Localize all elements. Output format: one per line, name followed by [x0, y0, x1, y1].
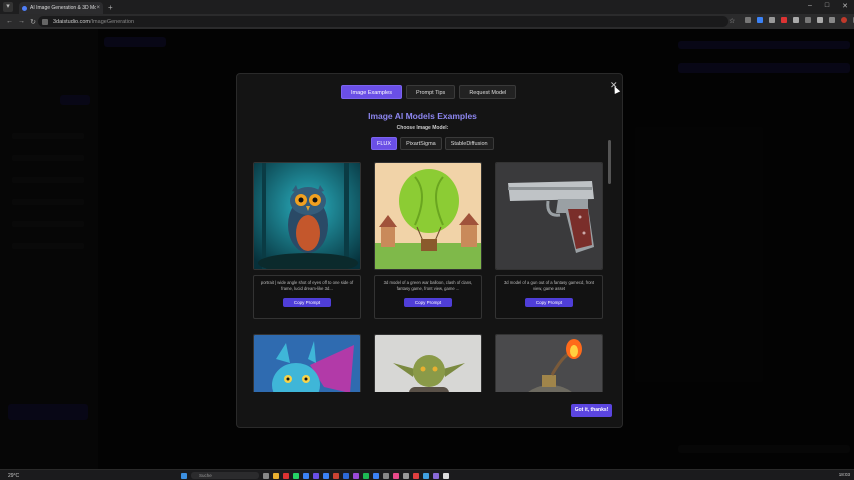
- url-path: /ImageGeneration: [90, 18, 135, 25]
- maximize-icon[interactable]: □: [825, 2, 829, 10]
- app-icon[interactable]: [303, 472, 309, 479]
- tab-close-icon[interactable]: ×: [96, 5, 100, 11]
- spotify-icon[interactable]: [363, 472, 369, 479]
- extensions-area: [745, 17, 854, 23]
- browser-tab-bar: ▾ AI Image Generation & 3D Mo... × + – □…: [0, 0, 854, 14]
- prompt-caption-box: portrait | wide angle shot of eyes off t…: [253, 275, 361, 319]
- page-content: ✕ Image Examples Prompt Tips Request Mod…: [0, 29, 854, 469]
- windows-taskbar: 29°C Suche 18:03: [0, 469, 854, 480]
- folder-icon[interactable]: [273, 472, 279, 479]
- balloon-image: [374, 162, 482, 270]
- app-icon[interactable]: [343, 472, 349, 479]
- taskbar-apps: Suche: [181, 472, 449, 479]
- bomb-image: [495, 334, 603, 392]
- weather-widget[interactable]: 29°C: [8, 473, 19, 479]
- extensions-icon[interactable]: [829, 17, 835, 23]
- forward-icon[interactable]: →: [18, 18, 25, 25]
- window-controls: – □ ✕: [808, 2, 848, 10]
- prompt-text: 3d model of a green war balloon, clash o…: [383, 280, 473, 291]
- extension-icon[interactable]: [781, 17, 787, 23]
- new-tab-button[interactable]: +: [108, 3, 113, 12]
- app-icon[interactable]: [323, 472, 329, 479]
- address-bar[interactable]: 3daistudio.com/ImageGeneration: [38, 16, 728, 27]
- app-icon[interactable]: [383, 472, 389, 479]
- image-examples-modal: ✕ Image Examples Prompt Tips Request Mod…: [236, 73, 623, 428]
- model-flux-button[interactable]: FLUX: [371, 137, 398, 150]
- app-icon[interactable]: [283, 472, 289, 479]
- favicon-icon: [22, 5, 27, 11]
- model-selector: FLUX PixartSigma StableDiffusion: [371, 137, 494, 150]
- app-icon[interactable]: [403, 472, 409, 479]
- bookmark-star-icon[interactable]: ☆: [729, 17, 735, 25]
- goblin-image: [374, 334, 482, 392]
- modal-title: Image AI Models Examples: [368, 111, 477, 121]
- extension-icon[interactable]: [745, 17, 751, 23]
- taskbar-search[interactable]: Suche: [191, 472, 259, 479]
- example-card: portrait | wide angle shot of eyes off t…: [253, 162, 361, 319]
- window-close-icon[interactable]: ✕: [842, 2, 848, 10]
- modal-tabs: Image Examples Prompt Tips Request Model: [341, 85, 517, 99]
- app-icon[interactable]: [263, 472, 269, 479]
- app-icon[interactable]: [423, 472, 429, 479]
- minimize-icon[interactable]: –: [808, 2, 812, 10]
- app-icon[interactable]: [393, 472, 399, 479]
- example-card: 3d model of a gun out of a fantasy gamec…: [495, 162, 603, 319]
- extension-icon[interactable]: [805, 17, 811, 23]
- example-card: [253, 334, 361, 392]
- tab-prompt-tips[interactable]: Prompt Tips: [405, 85, 456, 99]
- app-icon[interactable]: [353, 472, 359, 479]
- owl-image: [253, 162, 361, 270]
- pistol-image: [495, 162, 603, 270]
- prompt-caption-box: 3d model of a green war balloon, clash o…: [374, 275, 482, 319]
- tab-request-model[interactable]: Request Model: [459, 85, 517, 99]
- copy-prompt-button[interactable]: Copy Prompt: [404, 298, 452, 307]
- app-icon[interactable]: [313, 472, 319, 479]
- tab-search-icon[interactable]: ▾: [3, 2, 13, 12]
- download-icon[interactable]: [817, 17, 823, 23]
- extension-icon[interactable]: [757, 17, 763, 23]
- back-icon[interactable]: ←: [6, 18, 13, 25]
- app-icon[interactable]: [373, 472, 379, 479]
- app-icon[interactable]: [433, 472, 439, 479]
- prompt-text: 3d model of a gun out of a fantasy gamec…: [503, 280, 595, 291]
- prompt-text: portrait | wide angle shot of eyes off t…: [260, 280, 354, 291]
- app-icon[interactable]: [413, 472, 419, 479]
- copy-prompt-button[interactable]: Copy Prompt: [525, 298, 573, 307]
- dragon-image: [253, 334, 361, 392]
- app-icon[interactable]: [443, 472, 449, 479]
- model-stablediffusion-button[interactable]: StableDiffusion: [444, 137, 494, 150]
- reload-icon[interactable]: ↻: [30, 18, 36, 26]
- tab-image-examples[interactable]: Image Examples: [341, 85, 402, 99]
- prompt-caption-box: 3d model of a gun out of a fantasy gamec…: [495, 275, 603, 319]
- choose-model-label: Choose Image Model:: [396, 125, 449, 131]
- site-info-icon[interactable]: [42, 18, 48, 25]
- taskbar-clock[interactable]: 18:03: [839, 472, 850, 477]
- app-icon[interactable]: [333, 472, 339, 479]
- whatsapp-icon[interactable]: [293, 472, 299, 479]
- modal-scrollbar[interactable]: [608, 140, 611, 184]
- copy-prompt-button[interactable]: Copy Prompt: [283, 298, 331, 307]
- browser-toolbar: ← → ↻ 3daistudio.com/ImageGeneration ☆: [0, 14, 854, 29]
- got-it-button[interactable]: Got it, thanks!: [571, 404, 612, 417]
- model-pixartsigma-button[interactable]: PixartSigma: [400, 137, 442, 150]
- example-card: 3d model of a green war balloon, clash o…: [374, 162, 482, 319]
- examples-grid: portrait | wide angle shot of eyes off t…: [253, 162, 603, 392]
- tab-title: AI Image Generation & 3D Mo...: [30, 5, 97, 11]
- extension-icon[interactable]: [769, 17, 775, 23]
- example-card: [495, 334, 603, 392]
- profile-avatar[interactable]: [841, 17, 847, 23]
- extension-icon[interactable]: [793, 17, 799, 23]
- url-host: 3daistudio.com: [53, 18, 90, 25]
- example-card: [374, 334, 482, 392]
- mouse-cursor: [611, 85, 621, 94]
- browser-tab[interactable]: AI Image Generation & 3D Mo... ×: [19, 2, 103, 14]
- start-icon[interactable]: [181, 472, 187, 479]
